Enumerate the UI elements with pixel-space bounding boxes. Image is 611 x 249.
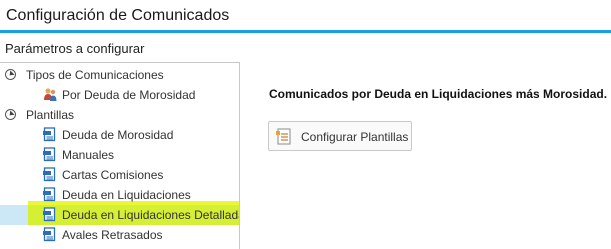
title-bar: Configuración de Comunicados	[0, 0, 611, 34]
tree-item-label: Manuales	[62, 148, 115, 162]
document-template-icon	[43, 227, 56, 242]
document-template-icon	[43, 147, 56, 162]
document-template-icon	[43, 187, 56, 202]
tree-item-label: Cartas Comisiones	[62, 168, 164, 182]
tree-item-deuda-morosidad[interactable]: Deuda de Morosidad	[0, 125, 239, 145]
configure-templates-label: Configurar Plantillas	[301, 130, 409, 144]
document-template-icon	[43, 167, 56, 182]
tree-item-cartas-comisiones[interactable]: Cartas Comisiones	[0, 165, 239, 185]
tree-item-avales-retrasados[interactable]: Avales Retrasados	[0, 225, 239, 245]
tree-group-label: Plantillas	[26, 108, 75, 122]
panel-heading: Comunicados por Deuda en Liquidaciones m…	[269, 87, 608, 101]
window-title: Configuración de Comunicados	[6, 7, 230, 24]
tree-item-manuales[interactable]: Manuales	[0, 145, 239, 165]
tree-item-label: Deuda en Liquidaciones	[62, 188, 191, 202]
tree-group-tipos-comunicaciones[interactable]: Tipos de Comunicaciones	[0, 65, 239, 85]
tree-item-label: Deuda en Liquidaciones Detallada	[62, 208, 240, 222]
document-template-icon	[43, 127, 56, 142]
template-settings-icon	[276, 128, 291, 145]
configure-templates-button[interactable]: Configurar Plantillas	[268, 121, 412, 151]
tree-item-por-deuda-morosidad[interactable]: Por Deuda de Morosidad	[0, 85, 239, 105]
tree-item-deuda-liquidaciones-detallada[interactable]: Deuda en Liquidaciones Detallada	[0, 205, 239, 225]
parameters-tree[interactable]: Tipos de Comunicaciones Por Deuda de Mor…	[0, 62, 240, 249]
collapse-expander-icon[interactable]	[5, 109, 16, 120]
title-accent-line	[0, 30, 611, 33]
params-section-label: Parámetros a configurar	[5, 41, 145, 56]
tree-item-label: Avales Retrasados	[62, 228, 163, 242]
tree-item-label: Por Deuda de Morosidad	[62, 88, 196, 102]
document-template-icon	[43, 207, 56, 222]
tree-item-deuda-liquidaciones[interactable]: Deuda en Liquidaciones	[0, 185, 239, 205]
tree-group-plantillas[interactable]: Plantillas	[0, 105, 239, 125]
tree-group-label: Tipos de Comunicaciones	[26, 68, 164, 82]
people-icon	[44, 88, 57, 101]
tree-item-label: Deuda de Morosidad	[62, 128, 174, 142]
collapse-expander-icon[interactable]	[5, 69, 16, 80]
